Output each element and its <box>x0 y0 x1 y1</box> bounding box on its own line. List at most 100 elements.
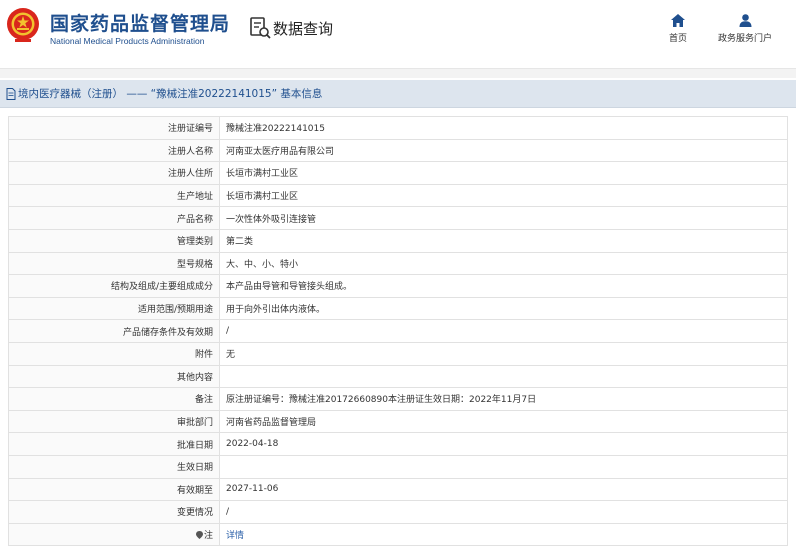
row-value-cell <box>219 364 788 389</box>
row-value-cell: 详情 <box>219 522 788 547</box>
row-label-cell: 注 <box>8 522 220 547</box>
table-row: 生效日期 <box>8 454 788 479</box>
row-label-cell: 附件 <box>8 341 220 366</box>
row-label-cell: 其他内容 <box>8 364 220 389</box>
row-value: 用于向外引出体内液体。 <box>226 305 326 316</box>
row-label-cell: 适用范围/预期用途 <box>8 296 220 321</box>
row-value: 第二类 <box>226 237 254 248</box>
row-label-cell: 注册人住所 <box>8 161 220 185</box>
row-value: 无 <box>226 350 236 361</box>
row-label: 产品名称 <box>176 214 213 225</box>
row-label-cell: 备注 <box>8 387 220 411</box>
row-label: 备注 <box>194 395 213 406</box>
row-label: 有效期至 <box>176 485 213 496</box>
row-label: 管理类别 <box>176 237 213 248</box>
row-value-cell: 一次性体外吸引连接管 <box>219 206 788 230</box>
table-row: 有效期至 2027-11-06 <box>8 477 788 502</box>
row-value: 一次性体外吸引连接管 <box>226 214 317 225</box>
table-row: 批准日期 2022-04-18 <box>8 432 788 456</box>
row-value: 2027-11-06 <box>226 484 279 495</box>
table-row: 附件 无 <box>8 341 788 366</box>
table-row: 适用范围/预期用途 用于向外引出体内液体。 <box>8 296 788 321</box>
row-label-cell: 注册人名称 <box>8 138 220 163</box>
row-value-cell: / <box>219 500 788 524</box>
row-value: 2022-04-18 <box>226 439 279 450</box>
nav-home[interactable]: 首页 <box>664 14 692 44</box>
site-header: 国家药品监督管理局 National Medical Products Admi… <box>0 0 796 68</box>
row-label-cell: 审批部门 <box>8 409 220 434</box>
table-row: 型号规格 大、中、小、特小 <box>8 251 788 276</box>
row-label: 注册证编号 <box>167 124 213 135</box>
row-value-cell: 长垣市满村工业区 <box>219 183 788 208</box>
table-row: 产品名称 一次性体外吸引连接管 <box>8 206 788 230</box>
row-label-cell: 注册证编号 <box>8 116 220 140</box>
row-label: 审批部门 <box>176 418 213 429</box>
table-row: 注册证编号 豫械注准20222141015 <box>8 116 788 140</box>
table-row: 产品储存条件及有效期 / <box>8 319 788 343</box>
row-label-cell: 生产地址 <box>8 183 220 208</box>
row-value-cell: 豫械注准20222141015 <box>219 116 788 140</box>
row-value-cell: 2027-11-06 <box>219 477 788 502</box>
row-value: 长垣市满村工业区 <box>226 169 299 180</box>
registration-info-table: 注册证编号 豫械注准20222141015 注册人名称 河南亚太医疗用品有限公司 注册人… <box>8 116 788 547</box>
row-value-cell: 用于向外引出体内液体。 <box>219 296 788 321</box>
row-label-cell: 批准日期 <box>8 432 220 456</box>
row-value: / <box>226 506 230 517</box>
table-row: 审批部门 河南省药品监督管理局 <box>8 409 788 434</box>
row-value-cell <box>219 454 788 479</box>
table-row: 变更情况 / <box>8 500 788 524</box>
page-title: 境内医疗器械（注册） —— “豫械注准20222141015” 基本信息 <box>18 88 323 100</box>
home-icon <box>671 14 685 27</box>
table-row: 备注 原注册证编号：豫械注准20172660890本注册证生效日期：2022年11… <box>8 387 788 411</box>
row-label-cell: 结构及组成/主要组成成分 <box>8 274 220 298</box>
row-label-cell: 型号规格 <box>8 251 220 276</box>
row-value: 河南省药品监督管理局 <box>226 418 317 429</box>
table-row: 其他内容 <box>8 364 788 389</box>
row-label: 注册人名称 <box>167 146 213 157</box>
table-row: 生产地址 长垣市满村工业区 <box>8 183 788 208</box>
header-divider <box>0 68 796 78</box>
row-value-cell: 无 <box>219 341 788 366</box>
data-query-label: 数据查询 <box>273 19 334 38</box>
row-label: 附件 <box>194 350 213 361</box>
row-label-cell: 变更情况 <box>8 500 220 524</box>
site-name-en[interactable]: National Medical Products Administration <box>50 36 205 46</box>
document-search-icon <box>250 17 271 39</box>
nav-home-label: 首页 <box>668 34 687 44</box>
row-value: 豫械注准20222141015 <box>226 124 325 135</box>
nav-service-portal[interactable]: 政务服务门户 <box>712 14 778 44</box>
nav-portal-label: 政务服务门户 <box>717 34 772 44</box>
row-label: 生效日期 <box>176 463 213 474</box>
table-row: 管理类别 第二类 <box>8 228 788 253</box>
row-value-cell: / <box>219 319 788 343</box>
row-value: 原注册证编号：豫械注准20172660890本注册证生效日期：2022年11月7… <box>226 395 537 406</box>
row-value-cell: 第二类 <box>219 228 788 253</box>
table-row: 注 详情 <box>8 522 788 547</box>
row-label: 注 <box>203 530 213 541</box>
row-value: 河南亚太医疗用品有限公司 <box>226 146 335 157</box>
row-value-cell: 2022-04-18 <box>219 432 788 456</box>
table-row: 注册人名称 河南亚太医疗用品有限公司 <box>8 138 788 163</box>
row-value: 本产品由导管和导管接头组成。 <box>226 282 353 293</box>
site-name-cn[interactable]: 国家药品监督管理局 <box>50 9 230 36</box>
row-label: 适用范围/预期用途 <box>137 305 213 316</box>
detail-link[interactable]: 详情 <box>226 531 244 541</box>
table-row: 注册人住所 长垣市满村工业区 <box>8 161 788 185</box>
data-query-title: 数据查询 <box>249 16 333 40</box>
row-label: 结构及组成/主要组成成分 <box>110 282 213 293</box>
row-label: 批准日期 <box>176 440 213 451</box>
row-label: 其他内容 <box>176 372 213 383</box>
row-label-cell: 生效日期 <box>8 454 220 479</box>
row-value-cell: 河南省药品监督管理局 <box>219 409 788 434</box>
document-icon <box>6 87 16 100</box>
user-icon <box>739 14 751 27</box>
row-label-cell: 有效期至 <box>8 477 220 502</box>
row-label: 型号规格 <box>176 259 213 270</box>
row-value-cell: 本产品由导管和导管接头组成。 <box>219 274 788 298</box>
row-value: 长垣市满村工业区 <box>226 192 299 203</box>
national-emblem-icon <box>7 8 39 42</box>
row-value-cell: 河南亚太医疗用品有限公司 <box>219 138 788 163</box>
row-value-cell: 大、中、小、特小 <box>219 251 788 276</box>
page-title-bar: 境内医疗器械（注册） —— “豫械注准20222141015” 基本信息 <box>0 80 796 108</box>
row-label: 生产地址 <box>176 192 213 203</box>
